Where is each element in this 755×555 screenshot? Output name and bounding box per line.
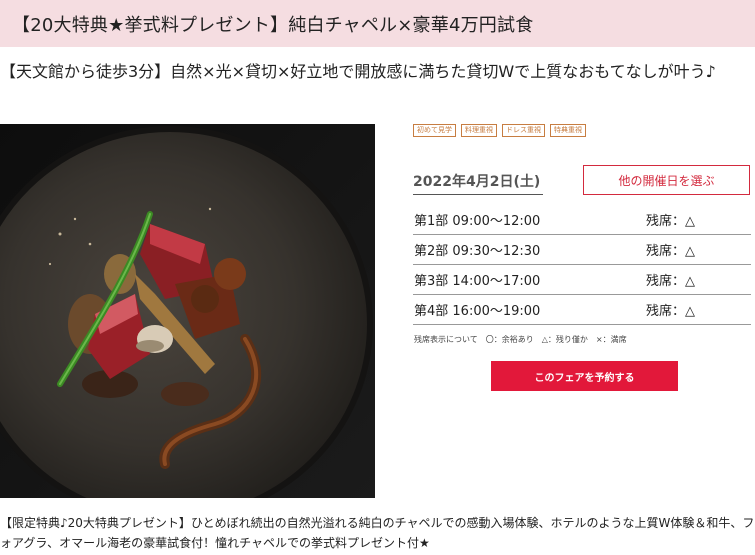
slot-availability: 残席：△: [646, 274, 695, 289]
time-slot-row: 第1部 09:00～12:00 残席：△: [413, 205, 751, 235]
event-date: 2022年4月2日(土): [413, 171, 543, 195]
slot-time: 第3部 14:00～17:00: [414, 274, 541, 289]
time-slot-row: 第4部 16:00～19:00 残席：△: [413, 295, 751, 325]
tag-first-visit: 初めて見学: [413, 124, 456, 137]
time-slot-list: 第1部 09:00～12:00 残席：△ 第2部 09:30～12:30 残席：…: [413, 205, 751, 325]
slot-time: 第2部 09:30～12:30: [414, 244, 541, 259]
time-slot-row: 第3部 14:00～17:00 残席：△: [413, 265, 751, 295]
food-photo: [0, 124, 375, 498]
tag-cuisine: 料理重視: [461, 124, 497, 137]
availability-legend: 残席表示について 〇：余裕あり △：残り僅か ×：満席: [414, 335, 627, 344]
slot-time: 第4部 16:00～19:00: [414, 304, 541, 319]
tag-list: 初めて見学 料理重視 ドレス重視 特典重視: [413, 124, 586, 137]
fair-title: 【20大特典★挙式料プレゼント】純白チャペル×豪華4万円試食: [12, 14, 534, 36]
reserve-fair-button[interactable]: このフェアを予約する: [491, 361, 678, 391]
tag-dress: ドレス重視: [502, 124, 545, 137]
other-dates-button[interactable]: 他の開催日を選ぶ: [583, 165, 750, 195]
time-slot-row: 第2部 09:30～12:30 残席：△: [413, 235, 751, 265]
tag-benefits: 特典重視: [550, 124, 586, 137]
slot-availability: 残席：△: [646, 304, 695, 319]
slot-availability: 残席：△: [646, 244, 695, 259]
slot-availability: 残席：△: [646, 214, 695, 229]
fair-subheadline: 【天文館から徒歩3分】自然×光×貸切×好立地で開放感に満ちた貸切Wで上質なおもて…: [0, 62, 716, 81]
fair-description: 【限定特典♪20大特典プレゼント】ひとめぼれ続出の自然光溢れる純白のチャペルでの…: [0, 516, 755, 550]
slot-time: 第1部 09:00～12:00: [414, 214, 541, 229]
header-bar: 【20大特典★挙式料プレゼント】純白チャペル×豪華4万円試食: [0, 0, 755, 47]
